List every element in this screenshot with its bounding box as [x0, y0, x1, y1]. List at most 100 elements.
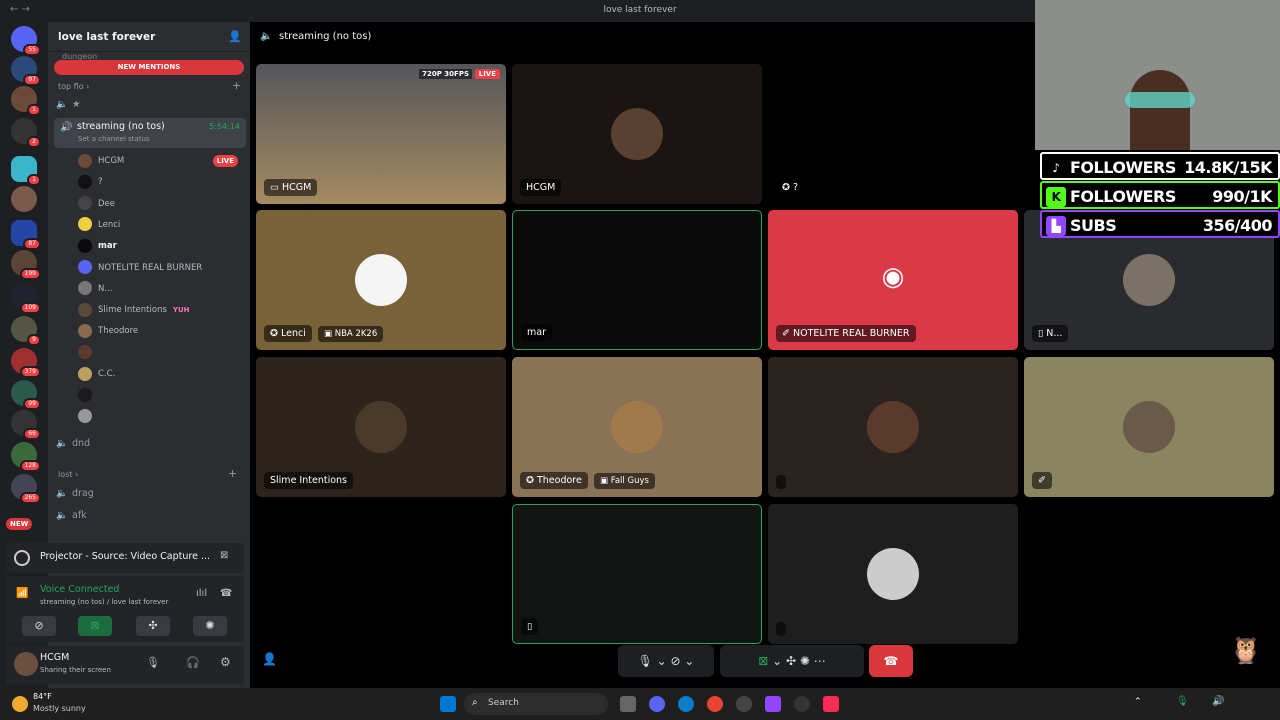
voice-member[interactable] — [78, 343, 248, 363]
voice-member[interactable]: Slime Intentions YUH — [78, 300, 248, 320]
soundboard-button[interactable]: ✺ — [193, 616, 227, 636]
voice-member[interactable]: ? — [78, 172, 248, 192]
add-channel-icon[interactable]: + — [228, 467, 237, 480]
user-panel: HCGM Sharing their screen 🎙 🎧 ⚙ — [6, 646, 244, 684]
headphones-icon[interactable]: 🎧 — [186, 656, 200, 669]
weather-temp: 84°F — [33, 692, 52, 701]
twitch-app-icon[interactable] — [765, 696, 781, 712]
twitch-icon: ▙ — [1046, 216, 1066, 236]
server-icon[interactable]: 1 — [11, 86, 41, 116]
voice-member[interactable]: NOTELITE REAL BURNER — [78, 258, 248, 278]
add-channel-icon[interactable]: + — [232, 79, 241, 92]
close-icon[interactable]: ⊠ — [220, 550, 228, 561]
server-icon[interactable]: 128 — [11, 442, 41, 472]
tile-slime[interactable]: Slime Intentions — [256, 357, 506, 497]
new-badge[interactable]: NEW — [6, 518, 33, 530]
category-top-flo[interactable]: top flo › — [58, 82, 89, 91]
server-icon[interactable]: 66 — [11, 410, 41, 440]
voice-member[interactable] — [78, 385, 248, 405]
edge-icon[interactable] — [678, 696, 694, 712]
avatar — [78, 409, 92, 424]
tray-chevron-icon[interactable]: ⌃ — [1134, 697, 1142, 707]
channel-afk[interactable]: 🔈 afk — [56, 506, 246, 526]
tile-label: ▭ HCGM — [264, 179, 318, 196]
speaker-icon: 🔈 — [56, 99, 68, 110]
new-mentions-button[interactable]: NEW MENTIONS — [54, 60, 244, 75]
search-box[interactable]: ⌕ Search — [464, 693, 608, 715]
disconnect-icon[interactable]: ☎ — [220, 588, 232, 599]
channel-drag[interactable]: 🔈 drag — [56, 484, 246, 504]
voice-member[interactable]: C.C. — [78, 364, 248, 384]
avatar — [611, 401, 663, 453]
server-icon[interactable]: 265 — [11, 474, 41, 504]
voice-member[interactable]: HCGM LIVE — [78, 151, 248, 171]
tile-unnamed-3[interactable] — [768, 504, 1018, 644]
kick-icon: K — [1046, 187, 1066, 207]
start-icon[interactable] — [440, 696, 456, 712]
voice-member[interactable]: Lenci — [78, 215, 248, 235]
mic-icon[interactable]: 🎙 — [146, 656, 160, 669]
discord-icon[interactable] — [649, 696, 665, 712]
disconnect-button[interactable]: ☎ — [869, 645, 913, 677]
channel-dnd[interactable]: 🔈 dnd — [56, 434, 246, 454]
tile-unnamed-2[interactable]: ✐ — [1024, 357, 1274, 497]
member-name: NOTELITE REAL BURNER — [98, 262, 203, 273]
server-icon[interactable]: 109 — [11, 284, 41, 314]
obs-app-icon[interactable] — [794, 696, 810, 712]
tile-hcgm[interactable]: HCGM — [512, 64, 762, 204]
discord-logo-icon: ◉ — [881, 262, 905, 292]
server-header[interactable]: love last forever ⌄ 👤 — [48, 22, 250, 52]
avatar[interactable] — [14, 652, 38, 676]
projector-panel[interactable]: Projector - Source: Video Capture ... ⊠ — [6, 543, 244, 573]
voice-member[interactable]: mar — [78, 236, 248, 256]
voice-member[interactable]: N... — [78, 279, 248, 299]
server-icon[interactable]: 199 — [11, 250, 41, 280]
server-icon[interactable] — [11, 186, 37, 212]
voice-member[interactable]: Dee — [78, 194, 248, 214]
mic-control[interactable]: 🎙 ⌄ ⊘ ⌄ — [618, 645, 714, 677]
avatar — [78, 217, 92, 232]
member-name: Slime Intentions — [98, 305, 167, 316]
active-channel-row[interactable]: 🔊 streaming (no tos) 5:54:14 Set a chann… — [54, 118, 246, 148]
share-controls[interactable]: ⊠ ⌄ ✣ ✺ ⋯ — [720, 645, 864, 677]
server-icon[interactable]: 379 — [11, 348, 41, 378]
voice-member[interactable] — [78, 407, 248, 427]
tiktok-app-icon[interactable] — [823, 696, 839, 712]
server-icon[interactable]: 9 — [11, 316, 41, 346]
tile-phone-user[interactable]: ▯ — [512, 504, 762, 644]
tile-theodore[interactable]: ✪ Theodore ▣ Fall Guys — [512, 357, 762, 497]
channel-status[interactable]: Set a channel status — [78, 135, 150, 143]
tile-lenci[interactable]: ✪ Lenci ▣ NBA 2K26 — [256, 210, 506, 350]
tiktok-icon: ♪ — [1046, 158, 1066, 178]
category-lost[interactable]: lost › — [58, 470, 78, 479]
camera-toggle-button[interactable]: ⊘ — [22, 616, 56, 636]
tile-notelite[interactable]: ◉ ✐ NOTELITE REAL BURNER — [768, 210, 1018, 350]
server-icon[interactable]: 87 — [11, 220, 41, 250]
speaker-icon: 🔊 — [60, 122, 73, 133]
screen-share-button[interactable]: ⊠ — [78, 616, 112, 636]
gear-icon[interactable]: ⚙ — [220, 655, 231, 669]
tile-unnamed[interactable] — [768, 357, 1018, 497]
server-icon[interactable]: 2 — [11, 118, 41, 148]
signal-icon[interactable]: 📶 — [16, 588, 28, 599]
tile-mar[interactable]: mar — [512, 210, 762, 350]
server-icon[interactable]: 99 — [11, 380, 41, 410]
weather-icon[interactable] — [12, 696, 28, 712]
volume-icon[interactable]: 🔊 — [1212, 696, 1224, 707]
chrome-icon[interactable] — [707, 696, 723, 712]
server-icon[interactable]: 97 — [11, 56, 41, 86]
tile-question[interactable]: ✪ ? — [768, 64, 1018, 204]
task-view-icon[interactable] — [620, 696, 636, 712]
discord-home-icon[interactable]: 55 — [11, 26, 41, 56]
activities-button[interactable]: ✣ — [136, 616, 170, 636]
channel-star[interactable]: 🔈 ★ — [56, 95, 246, 115]
voice-detail[interactable]: streaming (no tos) / love last forever — [40, 598, 168, 606]
invite-icon[interactable]: 👤 — [262, 652, 277, 666]
tile-hcgm-stream[interactable]: 720P 30FPS LIVE ▭ HCGM — [256, 64, 506, 204]
media-icon[interactable] — [736, 696, 752, 712]
voice-member[interactable]: Theodore — [78, 321, 248, 341]
mic-tray-icon[interactable]: 🎙 — [1176, 696, 1189, 707]
server-icon[interactable]: 1 — [11, 156, 41, 186]
noise-icon[interactable]: ılıl — [196, 588, 207, 599]
add-member-icon[interactable]: 👤 — [228, 30, 242, 43]
